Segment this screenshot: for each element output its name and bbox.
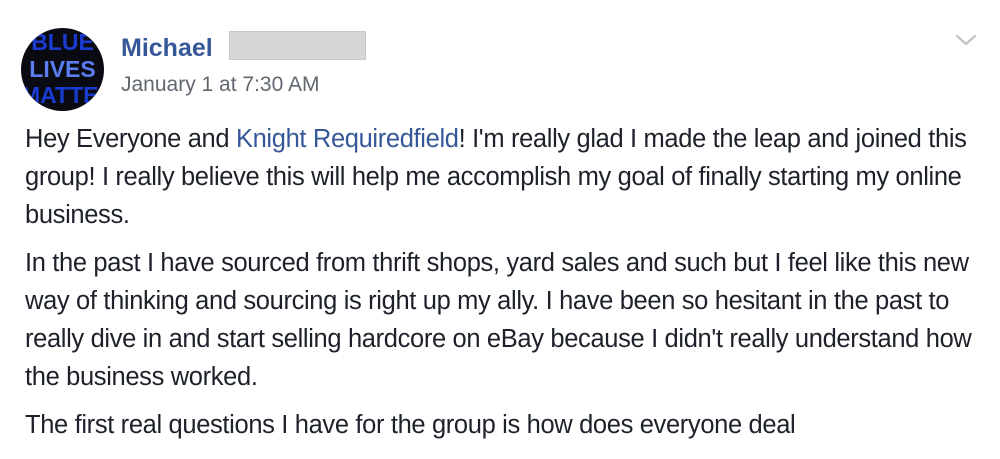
paragraph-text: Hey Everyone and (25, 125, 236, 153)
avatar-text-line: BLUE (31, 29, 94, 55)
post-paragraph: Hey Everyone and Knight Requiredfield! I… (25, 120, 985, 234)
mention-link[interactable]: Knight Requiredfield (236, 125, 459, 153)
post-paragraph: In the past I have sourced from thrift s… (25, 249, 972, 391)
avatar[interactable]: BLUE LIVES MATTER (21, 28, 104, 111)
redacted-surname (229, 31, 366, 60)
feed-post: BLUE LIVES MATTER Michael January 1 at 7… (0, 0, 1000, 459)
chevron-down-icon[interactable] (952, 30, 980, 50)
author-name-link[interactable]: Michael (121, 33, 213, 63)
avatar-text-line: LIVES (29, 56, 96, 82)
avatar-text-line: MATTER (21, 82, 104, 108)
post-paragraph: The first real questions I have for the … (25, 411, 796, 439)
post-timestamp-link[interactable]: January 1 at 7:30 AM (121, 72, 319, 98)
post-body: Hey Everyone and Knight Requiredfield! I… (25, 120, 985, 454)
